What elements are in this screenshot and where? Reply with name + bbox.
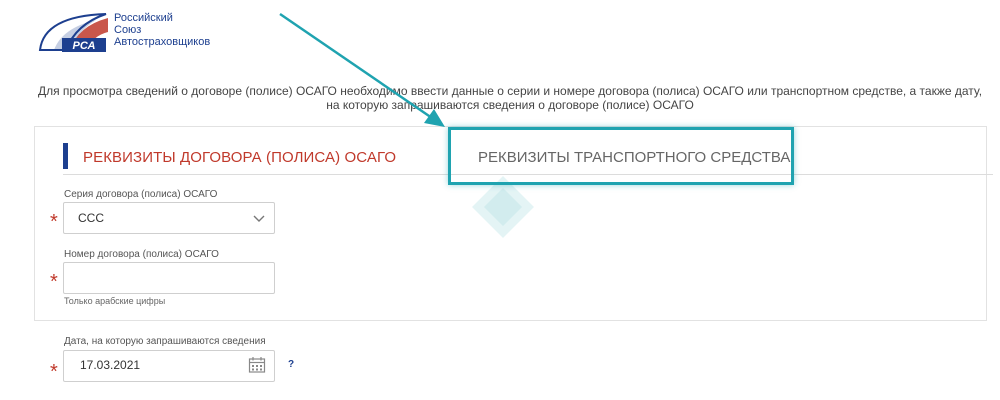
help-icon[interactable]: ? <box>284 358 298 372</box>
number-input[interactable] <box>63 262 275 294</box>
logo-line-1: Российский <box>114 12 173 24</box>
logo-line-3: Автостраховщиков <box>114 36 211 48</box>
series-select-value: ССС <box>78 211 104 225</box>
number-hint: Только арабские цифры <box>64 296 166 306</box>
active-tab-marker <box>63 143 68 169</box>
highlight-box <box>448 127 794 185</box>
date-input[interactable]: 17.03.2021 <box>63 350 275 382</box>
logo-mark-text: РСА <box>73 40 96 52</box>
logo-line-2: Союз <box>114 24 142 36</box>
logo-text: Российский Союз Автостраховщиков <box>114 12 210 48</box>
date-label: Дата, на которую запрашиваются сведения <box>64 336 266 347</box>
tab-policy-details[interactable]: РЕКВИЗИТЫ ДОГОВОРА (ПОЛИСА) ОСАГО <box>83 149 396 166</box>
rsa-logo-mark: РСА <box>38 13 108 52</box>
number-label: Номер договора (полиса) ОСАГО <box>64 249 219 260</box>
series-label: Серия договора (полиса) ОСАГО <box>64 189 218 200</box>
calendar-icon[interactable] <box>248 356 266 374</box>
number-required-mark: * <box>50 271 58 293</box>
intro-text: Для просмотра сведений о договоре (полис… <box>37 84 983 112</box>
series-select[interactable]: ССС <box>63 202 275 234</box>
series-required-mark: * <box>50 211 58 233</box>
date-required-mark: * <box>50 361 58 383</box>
date-input-value: 17.03.2021 <box>80 358 141 372</box>
rsa-logo[interactable]: РСА Российский Союз Автостраховщиков <box>36 10 236 56</box>
chevron-down-icon[interactable] <box>252 211 266 225</box>
